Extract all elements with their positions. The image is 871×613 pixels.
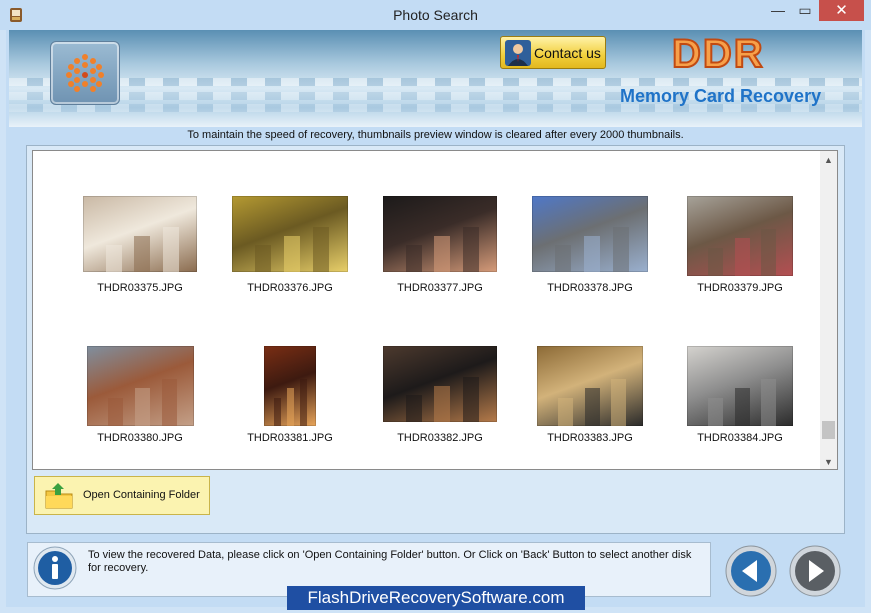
thumbnail-item[interactable]: THDR03377.JPG: [365, 196, 515, 306]
thumbnail-item[interactable]: THDR03376.JPG: [215, 196, 365, 306]
instruction-text: To view the recovered Data, please click…: [88, 549, 692, 574]
folder-icon: [45, 483, 73, 509]
open-containing-folder-label: Open Containing Folder: [83, 489, 200, 501]
thumbnail-item[interactable]: THDR03382.JPG: [365, 346, 515, 456]
thumbnail-image[interactable]: [232, 196, 348, 272]
back-button[interactable]: [725, 545, 777, 597]
thumbnail-image[interactable]: [383, 346, 497, 422]
thumbnail-image[interactable]: [532, 196, 648, 272]
maximize-button[interactable]: ▭: [793, 0, 817, 20]
watermark-banner: FlashDriveRecoverySoftware.com: [287, 586, 585, 610]
brand-logo-text: DDR: [671, 31, 765, 77]
next-arrow-icon: [789, 545, 841, 597]
thumbnail-item[interactable]: THDR03381.JPG: [215, 346, 365, 456]
person-icon: [505, 40, 531, 66]
close-button[interactable]: ✕: [819, 0, 864, 21]
scroll-down-arrow-icon[interactable]: ▼: [820, 455, 837, 469]
thumbnail-item[interactable]: THDR03380.JPG: [65, 346, 215, 456]
next-button[interactable]: [789, 545, 841, 597]
thumbnail-filename: THDR03380.JPG: [97, 432, 183, 444]
minimize-button[interactable]: —: [766, 0, 790, 20]
info-icon[interactable]: [33, 546, 77, 590]
thumbnail-image[interactable]: [537, 346, 643, 426]
thumbnail-filename: THDR03379.JPG: [697, 282, 783, 294]
contact-us-label: Contact us: [534, 45, 601, 61]
thumbnail-item[interactable]: THDR03378.JPG: [515, 196, 665, 306]
thumbnail-image[interactable]: [383, 196, 497, 272]
open-containing-folder-button[interactable]: Open Containing Folder: [34, 476, 210, 515]
logo-icon: [66, 54, 104, 92]
thumbnail-filename: THDR03381.JPG: [247, 432, 333, 444]
window-title: Photo Search: [393, 7, 478, 23]
notice-text: To maintain the speed of recovery, thumb…: [187, 129, 684, 141]
thumbnail-filename: THDR03383.JPG: [547, 432, 633, 444]
thumbnail-image[interactable]: [687, 196, 793, 276]
thumbnail-item[interactable]: THDR03375.JPG: [65, 196, 215, 306]
scroll-up-arrow-icon[interactable]: ▲: [820, 153, 837, 167]
thumbnail-item[interactable]: THDR03384.JPG: [665, 346, 815, 456]
thumbnail-item[interactable]: THDR03379.JPG: [665, 196, 815, 306]
thumbnail-filename: THDR03376.JPG: [247, 282, 333, 294]
thumbnail-image[interactable]: [264, 346, 316, 426]
thumbnail-filename: THDR03382.JPG: [397, 432, 483, 444]
thumbnail-image[interactable]: [83, 196, 197, 272]
contact-us-button[interactable]: Contact us: [500, 36, 606, 69]
back-arrow-icon: [725, 545, 777, 597]
scrollbar-thumb[interactable]: [822, 421, 835, 439]
thumbnail-filename: THDR03377.JPG: [397, 282, 483, 294]
thumbnail-image[interactable]: [687, 346, 793, 426]
thumbnail-filename: THDR03384.JPG: [697, 432, 783, 444]
product-name: Memory Card Recovery: [620, 86, 822, 106]
thumbnail-image[interactable]: [87, 346, 194, 426]
thumbnail-item[interactable]: THDR03383.JPG: [515, 346, 665, 456]
thumbnails-preview[interactable]: THDR03375.JPG THDR03376.JPG THDR03377.JPG T…: [32, 150, 838, 470]
thumbnail-filename: THDR03378.JPG: [547, 282, 633, 294]
app-logo: [50, 41, 120, 105]
thumbnail-filename: THDR03375.JPG: [97, 282, 183, 294]
